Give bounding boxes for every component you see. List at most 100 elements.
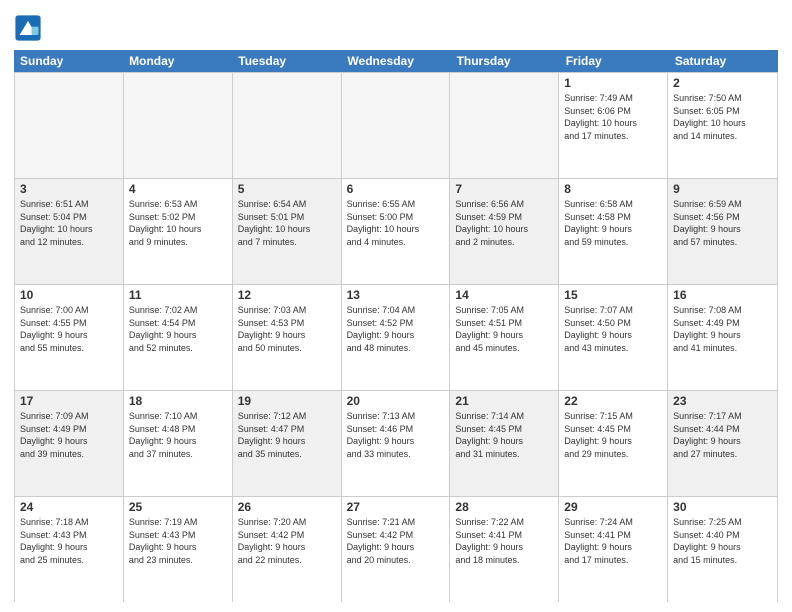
day-info: Sunrise: 7:07 AMSunset: 4:50 PMDaylight:…	[564, 304, 662, 354]
day-number: 18	[129, 394, 227, 408]
day-info: Sunrise: 7:21 AMSunset: 4:42 PMDaylight:…	[347, 516, 445, 566]
day-number: 20	[347, 394, 445, 408]
cal-cell-4-4: 28 Sunrise: 7:22 AMSunset: 4:41 PMDayligh…	[450, 497, 559, 602]
day-number: 4	[129, 182, 227, 196]
day-info: Sunrise: 7:00 AMSunset: 4:55 PMDaylight:…	[20, 304, 118, 354]
cal-cell-2-0: 10 Sunrise: 7:00 AMSunset: 4:55 PMDayligh…	[15, 285, 124, 390]
cal-cell-1-3: 6Sunrise: 6:55 AMSunset: 5:00 PMDaylight…	[342, 179, 451, 284]
day-info: Sunrise: 7:08 AMSunset: 4:49 PMDaylight:…	[673, 304, 772, 354]
day-info: Sunrise: 7:12 AMSunset: 4:47 PMDaylight:…	[238, 410, 336, 460]
cal-cell-1-1: 4 Sunrise: 6:53 AMSunset: 5:02 PMDaylight…	[124, 179, 233, 284]
day-number: 23	[673, 394, 772, 408]
day-number: 29	[564, 500, 662, 514]
day-number: 14	[455, 288, 553, 302]
day-info: Sunrise: 7:18 AMSunset: 4:43 PMDaylight:…	[20, 516, 118, 566]
cal-cell-3-4: 21 Sunrise: 7:14 AMSunset: 4:45 PMDayligh…	[450, 391, 559, 496]
header-cell-wednesday: Wednesday	[341, 50, 450, 72]
day-number: 13	[347, 288, 445, 302]
day-info: Sunrise: 6:54 AMSunset: 5:01 PMDaylight:…	[238, 198, 336, 248]
cal-cell-1-6: 9Sunrise: 6:59 AMSunset: 4:56 PMDaylight…	[668, 179, 777, 284]
cal-cell-2-3: 13Sunrise: 7:04 AMSunset: 4:52 PMDayligh…	[342, 285, 451, 390]
day-number: 10	[20, 288, 118, 302]
day-info: Sunrise: 6:58 AMSunset: 4:58 PMDaylight:…	[564, 198, 662, 248]
day-number: 1	[564, 76, 662, 90]
calendar-body: 1 Sunrise: 7:49 AMSunset: 6:06 PMDaylight…	[14, 72, 778, 602]
cal-cell-3-5: 22 Sunrise: 7:15 AMSunset: 4:45 PMDayligh…	[559, 391, 668, 496]
day-info: Sunrise: 7:24 AMSunset: 4:41 PMDaylight:…	[564, 516, 662, 566]
calendar-row-2: 10 Sunrise: 7:00 AMSunset: 4:55 PMDayligh…	[15, 285, 777, 391]
day-info: Sunrise: 7:22 AMSunset: 4:41 PMDaylight:…	[455, 516, 553, 566]
day-number: 2	[673, 76, 772, 90]
logo-icon	[14, 14, 42, 42]
day-number: 11	[129, 288, 227, 302]
header-cell-tuesday: Tuesday	[232, 50, 341, 72]
day-info: Sunrise: 7:13 AMSunset: 4:46 PMDaylight:…	[347, 410, 445, 460]
cal-cell-0-3	[342, 73, 451, 178]
day-number: 16	[673, 288, 772, 302]
day-info: Sunrise: 6:53 AMSunset: 5:02 PMDaylight:…	[129, 198, 227, 248]
cal-cell-1-5: 8 Sunrise: 6:58 AMSunset: 4:58 PMDaylight…	[559, 179, 668, 284]
day-number: 28	[455, 500, 553, 514]
day-info: Sunrise: 7:14 AMSunset: 4:45 PMDaylight:…	[455, 410, 553, 460]
page: SundayMondayTuesdayWednesdayThursdayFrid…	[0, 0, 792, 612]
cal-cell-4-3: 27 Sunrise: 7:21 AMSunset: 4:42 PMDayligh…	[342, 497, 451, 602]
cal-cell-1-4: 7 Sunrise: 6:56 AMSunset: 4:59 PMDaylight…	[450, 179, 559, 284]
day-number: 9	[673, 182, 772, 196]
cal-cell-4-2: 26 Sunrise: 7:20 AMSunset: 4:42 PMDayligh…	[233, 497, 342, 602]
cal-cell-3-0: 17 Sunrise: 7:09 AMSunset: 4:49 PMDayligh…	[15, 391, 124, 496]
day-info: Sunrise: 7:50 AMSunset: 6:05 PMDaylight:…	[673, 92, 772, 142]
day-number: 8	[564, 182, 662, 196]
header	[14, 10, 778, 42]
day-info: Sunrise: 7:20 AMSunset: 4:42 PMDaylight:…	[238, 516, 336, 566]
day-number: 26	[238, 500, 336, 514]
calendar-row-3: 17 Sunrise: 7:09 AMSunset: 4:49 PMDayligh…	[15, 391, 777, 497]
day-number: 15	[564, 288, 662, 302]
day-info: Sunrise: 7:19 AMSunset: 4:43 PMDaylight:…	[129, 516, 227, 566]
cal-cell-0-6: 2 Sunrise: 7:50 AMSunset: 6:05 PMDaylight…	[668, 73, 777, 178]
day-number: 30	[673, 500, 772, 514]
cal-cell-4-0: 24Sunrise: 7:18 AMSunset: 4:43 PMDayligh…	[15, 497, 124, 602]
cal-cell-2-2: 12 Sunrise: 7:03 AMSunset: 4:53 PMDayligh…	[233, 285, 342, 390]
cal-cell-4-6: 30 Sunrise: 7:25 AMSunset: 4:40 PMDayligh…	[668, 497, 777, 602]
cal-cell-0-1	[124, 73, 233, 178]
cal-cell-4-1: 25 Sunrise: 7:19 AMSunset: 4:43 PMDayligh…	[124, 497, 233, 602]
cal-cell-3-2: 19 Sunrise: 7:12 AMSunset: 4:47 PMDayligh…	[233, 391, 342, 496]
day-number: 3	[20, 182, 118, 196]
cal-cell-2-4: 14Sunrise: 7:05 AMSunset: 4:51 PMDayligh…	[450, 285, 559, 390]
cal-cell-3-6: 23 Sunrise: 7:17 AMSunset: 4:44 PMDayligh…	[668, 391, 777, 496]
calendar: SundayMondayTuesdayWednesdayThursdayFrid…	[14, 50, 778, 602]
cal-cell-1-2: 5Sunrise: 6:54 AMSunset: 5:01 PMDaylight…	[233, 179, 342, 284]
day-info: Sunrise: 7:25 AMSunset: 4:40 PMDaylight:…	[673, 516, 772, 566]
day-number: 25	[129, 500, 227, 514]
header-cell-sunday: Sunday	[14, 50, 123, 72]
cal-cell-2-6: 16 Sunrise: 7:08 AMSunset: 4:49 PMDayligh…	[668, 285, 777, 390]
day-number: 6	[347, 182, 445, 196]
day-number: 7	[455, 182, 553, 196]
cal-cell-4-5: 29 Sunrise: 7:24 AMSunset: 4:41 PMDayligh…	[559, 497, 668, 602]
day-number: 21	[455, 394, 553, 408]
header-cell-saturday: Saturday	[669, 50, 778, 72]
day-info: Sunrise: 7:15 AMSunset: 4:45 PMDaylight:…	[564, 410, 662, 460]
day-info: Sunrise: 7:49 AMSunset: 6:06 PMDaylight:…	[564, 92, 662, 142]
day-info: Sunrise: 7:09 AMSunset: 4:49 PMDaylight:…	[20, 410, 118, 460]
cal-cell-0-5: 1 Sunrise: 7:49 AMSunset: 6:06 PMDaylight…	[559, 73, 668, 178]
day-info: Sunrise: 6:51 AMSunset: 5:04 PMDaylight:…	[20, 198, 118, 248]
header-cell-friday: Friday	[560, 50, 669, 72]
cal-cell-3-1: 18 Sunrise: 7:10 AMSunset: 4:48 PMDayligh…	[124, 391, 233, 496]
day-info: Sunrise: 6:56 AMSunset: 4:59 PMDaylight:…	[455, 198, 553, 248]
day-number: 27	[347, 500, 445, 514]
cal-cell-0-4	[450, 73, 559, 178]
day-number: 17	[20, 394, 118, 408]
calendar-row-1: 3 Sunrise: 6:51 AMSunset: 5:04 PMDaylight…	[15, 179, 777, 285]
day-info: Sunrise: 7:17 AMSunset: 4:44 PMDaylight:…	[673, 410, 772, 460]
header-cell-thursday: Thursday	[451, 50, 560, 72]
cal-cell-0-2	[233, 73, 342, 178]
cal-cell-1-0: 3 Sunrise: 6:51 AMSunset: 5:04 PMDaylight…	[15, 179, 124, 284]
day-info: Sunrise: 7:03 AMSunset: 4:53 PMDaylight:…	[238, 304, 336, 354]
day-number: 19	[238, 394, 336, 408]
cal-cell-2-5: 15 Sunrise: 7:07 AMSunset: 4:50 PMDayligh…	[559, 285, 668, 390]
day-number: 12	[238, 288, 336, 302]
day-info: Sunrise: 7:10 AMSunset: 4:48 PMDaylight:…	[129, 410, 227, 460]
cal-cell-0-0	[15, 73, 124, 178]
day-number: 22	[564, 394, 662, 408]
